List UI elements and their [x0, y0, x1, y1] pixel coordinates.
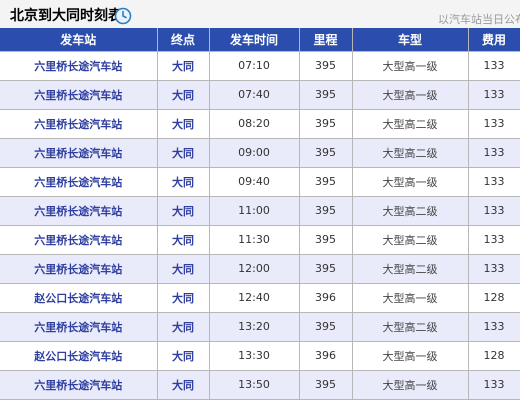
destination-cell: 大同: [157, 80, 210, 110]
bus-type-cell: 大型高二级: [352, 225, 469, 255]
column-header-fare: 费用: [468, 28, 520, 52]
bus-type-cell: 大型高二级: [352, 196, 469, 226]
bus-type-cell: 大型高一级: [352, 283, 469, 313]
table-row: 赵公口长途汽车站 大同 12:40 396 大型高一级 128: [0, 283, 520, 313]
fare-cell: 128: [468, 283, 520, 313]
departure-time-cell: 13:20: [209, 312, 300, 342]
bus-type-cell: 大型高一级: [352, 167, 469, 197]
destination-cell: 大同: [157, 312, 210, 342]
distance-cell: 395: [299, 196, 353, 226]
column-header-distance: 里程: [299, 28, 353, 52]
departure-time-cell: 09:40: [209, 167, 300, 197]
departure-time-cell: 07:10: [209, 51, 300, 81]
table-row: 六里桥长途汽车站 大同 07:40 395 大型高一级 133: [0, 80, 520, 110]
station-cell: 六里桥长途汽车站: [0, 370, 158, 400]
distance-cell: 395: [299, 80, 353, 110]
station-cell: 六里桥长途汽车站: [0, 138, 158, 168]
bus-type-cell: 大型高二级: [352, 254, 469, 284]
table-row: 六里桥长途汽车站 大同 08:20 395 大型高二级 133: [0, 109, 520, 139]
fare-cell: 133: [468, 254, 520, 284]
fare-cell: 128: [468, 341, 520, 371]
bus-type-cell: 大型高一级: [352, 370, 469, 400]
table-row: 赵公口长途汽车站 大同 13:30 396 大型高一级 128: [0, 341, 520, 371]
table-header-row: 发车站 终点 发车时间 里程 车型 费用: [0, 28, 520, 52]
table-row: 六里桥长途汽车站 大同 11:00 395 大型高二级 133: [0, 196, 520, 226]
table-row: 六里桥长途汽车站 大同 11:30 395 大型高二级 133: [0, 225, 520, 255]
departure-time-cell: 09:00: [209, 138, 300, 168]
distance-cell: 396: [299, 341, 353, 371]
page-header: 北京到大同时刻表 以汽车站当日公布时: [0, 0, 520, 28]
departure-time-cell: 13:30: [209, 341, 300, 371]
table-row: 六里桥长途汽车站 大同 13:50 395 大型高一级 133: [0, 370, 520, 400]
station-cell: 六里桥长途汽车站: [0, 167, 158, 197]
departure-time-cell: 12:00: [209, 254, 300, 284]
fare-cell: 133: [468, 370, 520, 400]
bus-type-cell: 大型高二级: [352, 109, 469, 139]
bus-type-cell: 大型高二级: [352, 312, 469, 342]
departure-time-cell: 11:30: [209, 225, 300, 255]
page-title: 北京到大同时刻表: [10, 8, 122, 24]
distance-cell: 395: [299, 254, 353, 284]
bus-type-cell: 大型高一级: [352, 80, 469, 110]
destination-cell: 大同: [157, 51, 210, 81]
distance-cell: 395: [299, 312, 353, 342]
fare-cell: 133: [468, 138, 520, 168]
table-row: 六里桥长途汽车站 大同 07:10 395 大型高一级 133: [0, 51, 520, 81]
bus-type-cell: 大型高一级: [352, 51, 469, 81]
station-cell: 六里桥长途汽车站: [0, 225, 158, 255]
distance-cell: 395: [299, 138, 353, 168]
destination-cell: 大同: [157, 109, 210, 139]
station-cell: 六里桥长途汽车站: [0, 109, 158, 139]
distance-cell: 395: [299, 167, 353, 197]
table-row: 六里桥长途汽车站 大同 09:40 395 大型高一级 133: [0, 167, 520, 197]
bus-type-cell: 大型高一级: [352, 341, 469, 371]
destination-cell: 大同: [157, 138, 210, 168]
departure-time-cell: 13:50: [209, 370, 300, 400]
station-cell: 六里桥长途汽车站: [0, 51, 158, 81]
station-cell: 六里桥长途汽车站: [0, 80, 158, 110]
departure-time-cell: 11:00: [209, 196, 300, 226]
fare-cell: 133: [468, 51, 520, 81]
destination-cell: 大同: [157, 196, 210, 226]
distance-cell: 395: [299, 225, 353, 255]
distance-cell: 395: [299, 370, 353, 400]
station-cell: 六里桥长途汽车站: [0, 196, 158, 226]
destination-cell: 大同: [157, 254, 210, 284]
fare-cell: 133: [468, 312, 520, 342]
timetable: 发车站 终点 发车时间 里程 车型 费用 六里桥长途汽车站 大同 07:10 395 大…: [0, 28, 520, 400]
destination-cell: 大同: [157, 167, 210, 197]
station-cell: 六里桥长途汽车站: [0, 312, 158, 342]
fare-cell: 133: [468, 225, 520, 255]
destination-cell: 大同: [157, 225, 210, 255]
departure-time-cell: 08:20: [209, 109, 300, 139]
fare-cell: 133: [468, 167, 520, 197]
fare-cell: 133: [468, 109, 520, 139]
distance-cell: 395: [299, 109, 353, 139]
table-row: 六里桥长途汽车站 大同 09:00 395 大型高二级 133: [0, 138, 520, 168]
bus-type-cell: 大型高二级: [352, 138, 469, 168]
column-header-destination: 终点: [157, 28, 210, 52]
column-header-station: 发车站: [0, 28, 158, 52]
station-cell: 赵公口长途汽车站: [0, 341, 158, 371]
departure-time-cell: 12:40: [209, 283, 300, 313]
column-header-bus-type: 车型: [352, 28, 469, 52]
fare-cell: 133: [468, 80, 520, 110]
destination-cell: 大同: [157, 370, 210, 400]
table-row: 六里桥长途汽车站 大同 13:20 395 大型高二级 133: [0, 312, 520, 342]
destination-cell: 大同: [157, 283, 210, 313]
distance-cell: 395: [299, 51, 353, 81]
departure-time-cell: 07:40: [209, 80, 300, 110]
column-header-departure-time: 发车时间: [209, 28, 300, 52]
distance-cell: 396: [299, 283, 353, 313]
fare-cell: 133: [468, 196, 520, 226]
station-cell: 赵公口长途汽车站: [0, 283, 158, 313]
station-cell: 六里桥长途汽车站: [0, 254, 158, 284]
table-row: 六里桥长途汽车站 大同 12:00 395 大型高二级 133: [0, 254, 520, 284]
destination-cell: 大同: [157, 341, 210, 371]
schedule-note: 以汽车站当日公布时: [438, 13, 520, 26]
clock-icon: [114, 7, 132, 25]
